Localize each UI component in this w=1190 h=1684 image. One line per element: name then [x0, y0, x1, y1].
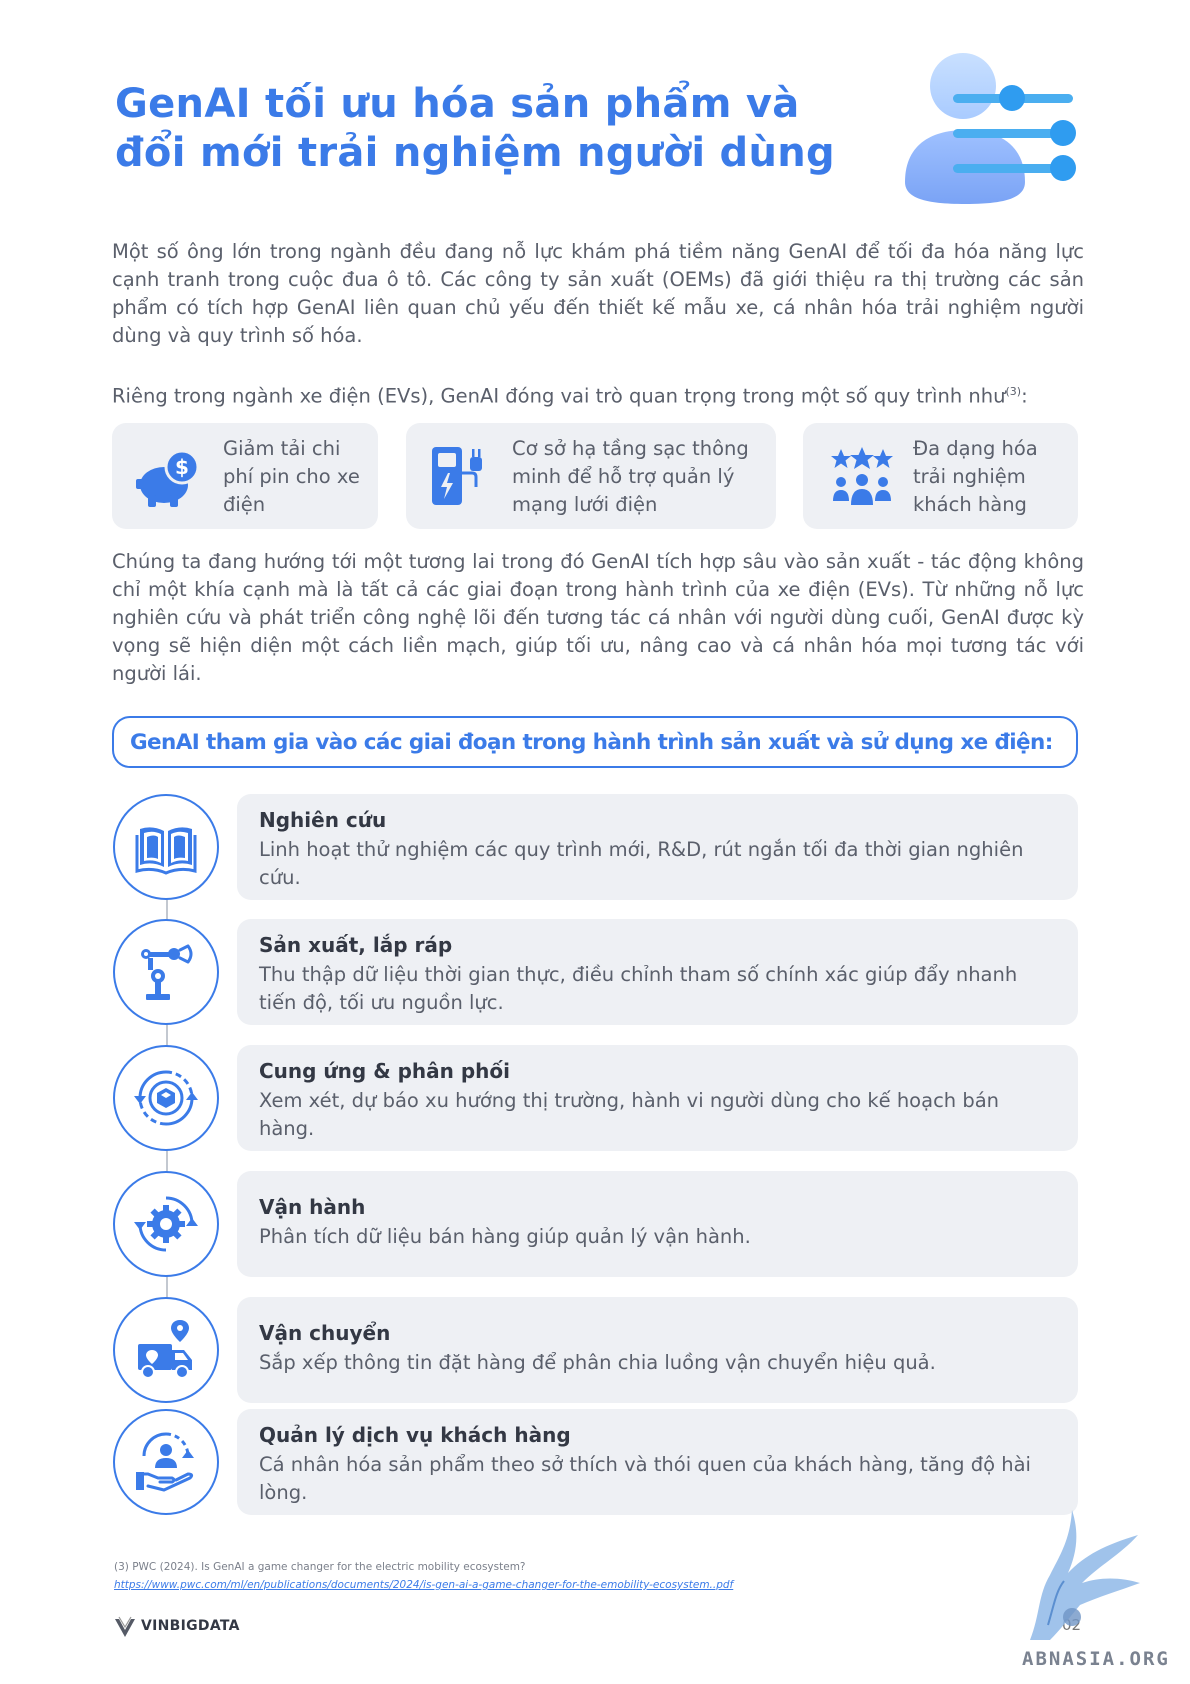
step-icon-circle	[113, 919, 219, 1025]
rating-stars-people-icon	[831, 447, 893, 505]
step-card-research: Nghiên cứu Linh hoạt thử nghiệm các quy …	[237, 794, 1078, 900]
step-icon-circle	[113, 794, 219, 900]
step-description: Phân tích dữ liệu bán hàng giúp quản lý …	[259, 1225, 751, 1248]
step-card-customer-service: Quản lý dịch vụ khách hàng Cá nhân hóa s…	[237, 1409, 1078, 1515]
step-icon-circle	[113, 1171, 219, 1277]
feature-card-label: Đa dạng hóa trải nghiệm khách hàng	[913, 437, 1038, 516]
step-title: Quản lý dịch vụ khách hàng	[259, 1423, 571, 1447]
step-description: Cá nhân hóa sản phẩm theo sở thích và th…	[259, 1453, 1031, 1504]
step-title: Nghiên cứu	[259, 808, 387, 832]
supply-cycle-icon	[134, 1070, 198, 1126]
step-description: Thu thập dữ liệu thời gian thực, điều ch…	[259, 963, 1018, 1014]
step-icon-circle	[113, 1045, 219, 1151]
footnote-citation: (3) PWC (2024). Is GenAI a game changer …	[114, 1561, 526, 1573]
step-title: Vận hành	[259, 1195, 366, 1219]
step-title: Vận chuyển	[259, 1321, 391, 1345]
delivery-truck-icon	[138, 1320, 192, 1379]
feature-card-label: Cơ sở hạ tầng sạc thông minh để hỗ trợ q…	[512, 437, 749, 516]
footnote-ref[interactable]: (3)	[1005, 385, 1021, 398]
intro-paragraph: Một số ông lớn trong ngành đều đang nỗ l…	[112, 240, 1084, 347]
feature-card-customer-experience: Đa dạng hóa trải nghiệm khách hàng	[803, 423, 1078, 529]
customer-care-icon	[136, 1432, 194, 1492]
footnote: (3) PWC (2024). Is GenAI a game changer …	[114, 1558, 733, 1594]
step-description: Sắp xếp thông tin đặt hàng để phân chia …	[259, 1351, 936, 1374]
charging-station-icon	[432, 447, 482, 505]
phoenix-watermark-icon	[1030, 1510, 1140, 1640]
page-title-line-2: đổi mới trải nghiệm người dùng	[115, 130, 835, 176]
footnote-link[interactable]: https://www.pwc.com/ml/en/publications/d…	[114, 1579, 733, 1591]
open-book-icon	[135, 827, 197, 875]
future-paragraph: Chúng ta đang hướng tới một tương lai tr…	[112, 550, 1084, 685]
step-icon-circle	[113, 1409, 219, 1515]
step-title: Cung ứng & phân phối	[259, 1059, 510, 1083]
page-title-line-1: GenAI tối ưu hóa sản phẩm và	[115, 81, 800, 127]
step-description: Linh hoạt thử nghiệm các quy trình mới, …	[259, 838, 1024, 889]
section-heading-box: GenAI tham gia vào các giai đoạn trong h…	[112, 716, 1078, 768]
step-card-manufacturing: Sản xuất, lắp ráp Thu thập dữ liệu thời …	[237, 919, 1078, 1025]
step-icon-circle	[113, 1297, 219, 1403]
step-card-transportation: Vận chuyển Sắp xếp thông tin đặt hàng để…	[237, 1297, 1078, 1403]
piggy-bank-dollar-icon: $	[136, 449, 200, 507]
logo-text: VINBIGDATA	[141, 1618, 240, 1634]
step-card-supply-distribution: Cung ứng & phân phối Xem xét, dự báo xu …	[237, 1045, 1078, 1151]
svg-text:$: $	[175, 455, 189, 479]
robot-arm-icon	[141, 944, 193, 1000]
watermark-text: ABNASIA.ORG	[1022, 1648, 1170, 1670]
section-heading: GenAI tham gia vào các giai đoạn trong h…	[130, 730, 1053, 755]
vinbigdata-logo-icon	[115, 1616, 135, 1637]
feature-card-battery-cost: $ Giảm tải chi phí pin cho xe điện	[112, 423, 378, 529]
feature-card-smart-charging: Cơ sở hạ tầng sạc thông minh để hỗ trợ q…	[406, 423, 776, 529]
gear-cycle-icon	[134, 1196, 198, 1252]
step-card-operations: Vận hành Phân tích dữ liệu bán hàng giúp…	[237, 1171, 1078, 1277]
step-title: Sản xuất, lắp ráp	[259, 933, 453, 957]
feature-card-label: Giảm tải chi phí pin cho xe điện	[223, 437, 360, 516]
user-settings-illustration-icon	[905, 53, 1076, 204]
page-title: GenAI tối ưu hóa sản phẩm và đổi mới trả…	[115, 80, 835, 178]
ev-intro-paragraph: Riêng trong ngành xe điện (EVs), GenAI đ…	[112, 384, 1028, 408]
step-description: Xem xét, dự báo xu hướng thị trường, hàn…	[259, 1089, 1000, 1140]
